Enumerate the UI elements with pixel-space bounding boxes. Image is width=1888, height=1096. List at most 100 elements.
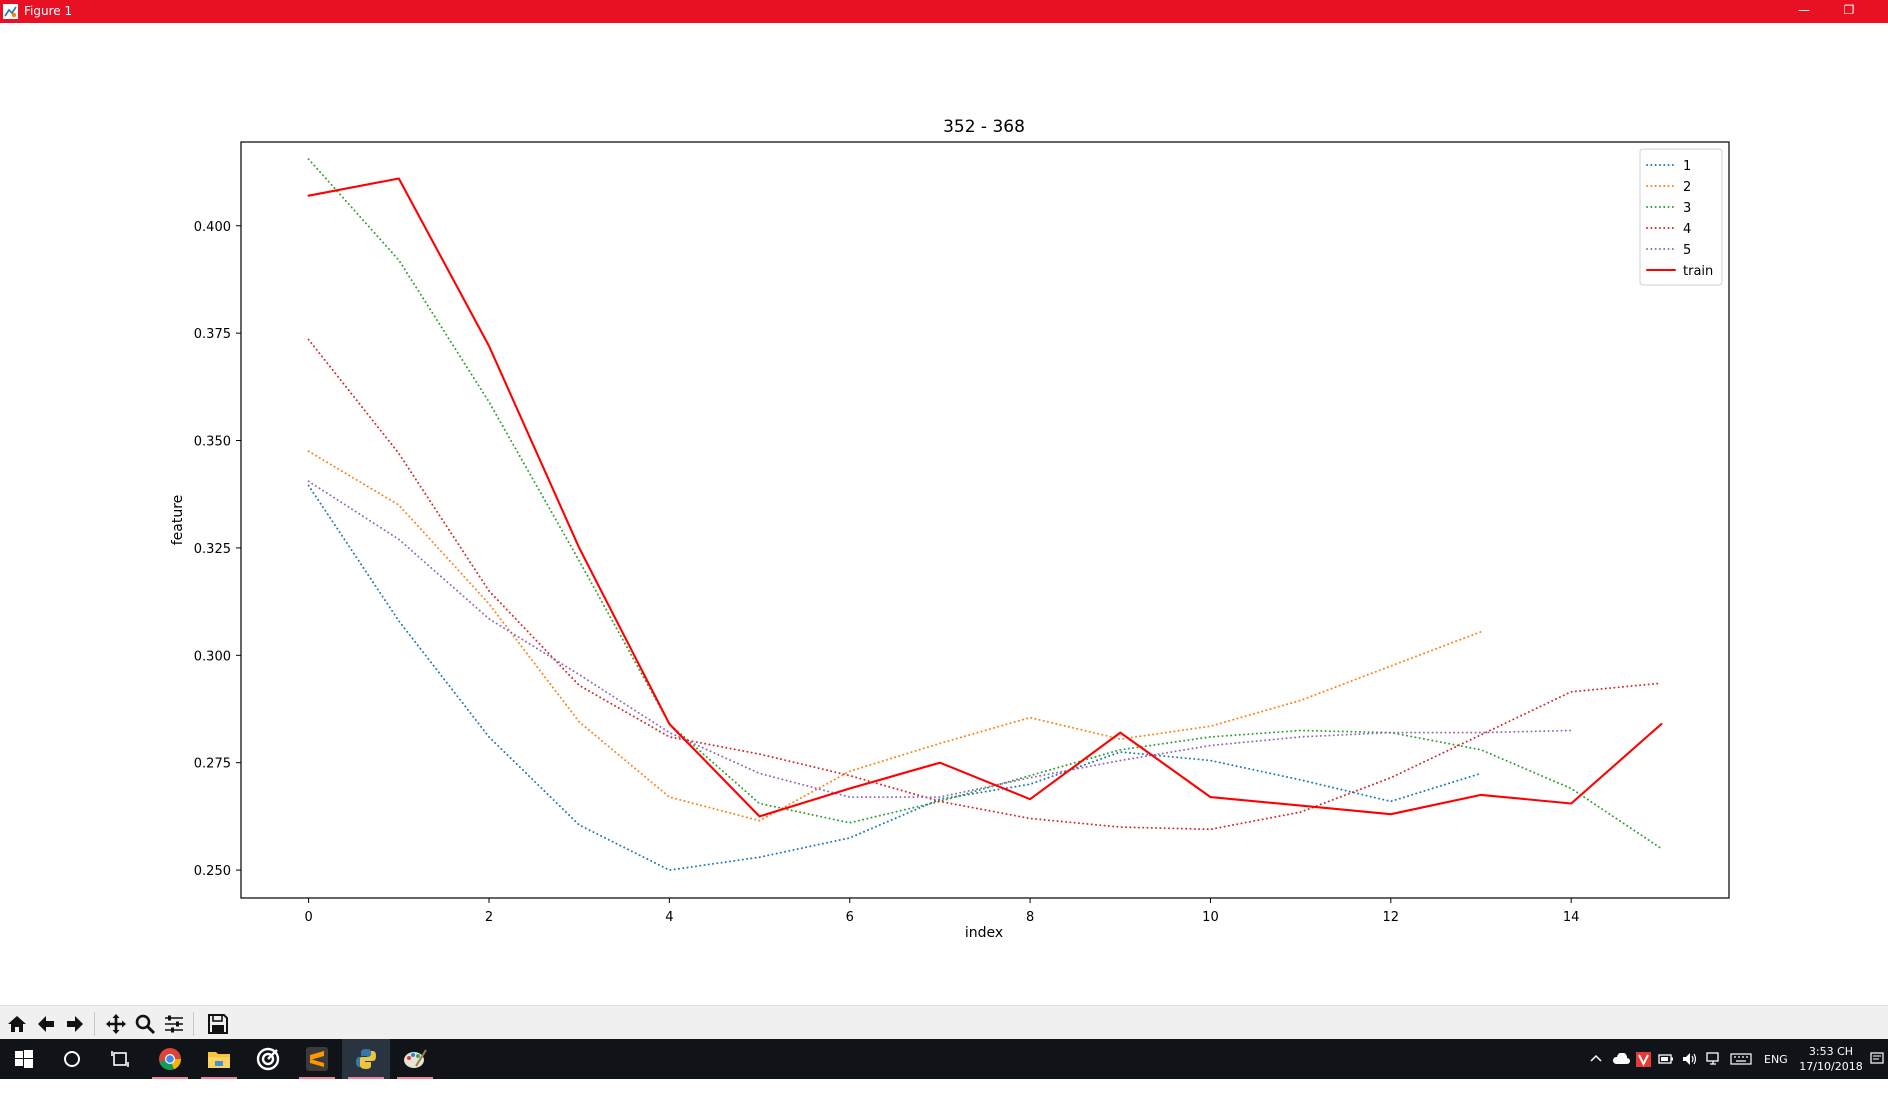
legend-label-4: 4 bbox=[1683, 222, 1691, 237]
chart-title: 352 - 368 bbox=[943, 117, 1025, 137]
volume-tray-button[interactable] bbox=[1682, 1039, 1698, 1079]
windows-start-icon bbox=[15, 1050, 33, 1068]
x-tick-label: 12 bbox=[1383, 910, 1400, 925]
legend-label-5: 5 bbox=[1683, 243, 1691, 258]
window-title: Figure 1 bbox=[24, 4, 73, 18]
line-chart: 352 - 368 index feature 0 2 4 6 8 10 12 140.250… bbox=[170, 117, 1730, 941]
show-hidden-icons-button[interactable] bbox=[1590, 1039, 1602, 1079]
x-tick-label: 10 bbox=[1202, 910, 1219, 925]
x-tick-label: 0 bbox=[304, 910, 312, 925]
navigation-toolbar bbox=[0, 1005, 1888, 1040]
series-line-4 bbox=[307, 338, 1663, 831]
y-tick-label: 0.275 bbox=[194, 757, 231, 772]
x-tick-label: 8 bbox=[1026, 910, 1034, 925]
task-view-icon bbox=[111, 1051, 129, 1067]
legend-label-train: train bbox=[1683, 264, 1713, 279]
clock-time: 3:53 CH bbox=[1808, 1045, 1854, 1058]
window-title-bar: Figure 1 — ❐ bbox=[0, 0, 1888, 23]
speaker-icon bbox=[1683, 1053, 1697, 1065]
ticks-layer: 0 2 4 6 8 10 12 14 0.250 0.275 0.300 0.325 0.350 0.37… bbox=[194, 220, 1580, 925]
series-line-train bbox=[307, 177, 1663, 818]
shield-v-icon bbox=[1636, 1051, 1651, 1067]
legend-label-2: 2 bbox=[1683, 180, 1691, 195]
series-line-2 bbox=[307, 450, 1482, 822]
keyboard-tray-button[interactable] bbox=[1730, 1039, 1752, 1079]
chevron-up-icon bbox=[1590, 1054, 1602, 1062]
home-icon bbox=[8, 1016, 26, 1032]
file-explorer-taskbar-button[interactable] bbox=[195, 1039, 243, 1079]
y-axis-label: feature bbox=[170, 495, 186, 546]
series-line-5 bbox=[307, 480, 1573, 799]
paint-icon bbox=[404, 1049, 427, 1068]
floppy-disk-icon bbox=[208, 1014, 228, 1034]
minimize-button[interactable]: — bbox=[1784, 0, 1824, 23]
chrome-taskbar-button[interactable] bbox=[146, 1039, 194, 1079]
start-button[interactable] bbox=[0, 1039, 48, 1079]
x-tick-label: 2 bbox=[485, 910, 493, 925]
target-app-taskbar-button[interactable] bbox=[244, 1039, 292, 1079]
zoom-button[interactable] bbox=[132, 1011, 158, 1037]
restore-icon: ❐ bbox=[1843, 3, 1855, 17]
legend-label-3: 3 bbox=[1683, 201, 1691, 216]
sublime-text-taskbar-button[interactable] bbox=[293, 1039, 341, 1079]
configure-subplots-button[interactable] bbox=[161, 1011, 187, 1037]
x-tick-label: 14 bbox=[1563, 910, 1580, 925]
legend: 1 2 3 4 5 train bbox=[1639, 148, 1723, 286]
screen-bottom-strip bbox=[0, 1079, 1888, 1096]
y-tick-label: 0.375 bbox=[194, 327, 231, 342]
notification-icon bbox=[1870, 1052, 1884, 1064]
axes-frame bbox=[240, 141, 1730, 899]
y-tick-label: 0.325 bbox=[194, 542, 231, 557]
x-tick-label: 6 bbox=[846, 910, 854, 925]
clock[interactable]: 3:53 CH 17/10/2018 bbox=[1799, 1039, 1863, 1079]
y-tick-label: 0.300 bbox=[194, 649, 231, 664]
home-button[interactable] bbox=[4, 1011, 30, 1037]
y-tick-label: 0.250 bbox=[194, 864, 231, 879]
y-tick-label: 0.400 bbox=[194, 220, 231, 235]
paint-taskbar-button[interactable] bbox=[391, 1039, 439, 1079]
clock-date: 17/10/2018 bbox=[1799, 1060, 1863, 1073]
network-icon bbox=[1706, 1052, 1719, 1065]
matplotlib-figure-icon bbox=[3, 4, 18, 19]
sublime-text-icon bbox=[306, 1047, 328, 1071]
move-icon bbox=[106, 1014, 126, 1034]
task-view-button[interactable] bbox=[96, 1039, 144, 1079]
onedrive-tray-button[interactable] bbox=[1612, 1039, 1630, 1079]
chrome-icon bbox=[159, 1048, 182, 1071]
save-button[interactable] bbox=[205, 1011, 231, 1037]
sliders-icon bbox=[165, 1015, 183, 1033]
keyboard-icon bbox=[1730, 1053, 1752, 1065]
series-layer bbox=[307, 158, 1663, 872]
network-tray-button[interactable] bbox=[1706, 1039, 1722, 1079]
y-tick-label: 0.350 bbox=[194, 435, 231, 450]
file-explorer-icon bbox=[208, 1052, 230, 1068]
forward-button[interactable] bbox=[62, 1011, 88, 1037]
x-axis-label: index bbox=[965, 925, 1003, 941]
toolbar-separator bbox=[193, 1012, 194, 1036]
language-label: ENG bbox=[1764, 1052, 1788, 1066]
battery-tray-button[interactable] bbox=[1658, 1039, 1674, 1079]
toolbar-separator bbox=[94, 1012, 95, 1036]
language-indicator[interactable]: ENG bbox=[1764, 1039, 1788, 1079]
figure-canvas[interactable]: 352 - 368 index feature 0 2 4 6 8 10 12 14 0.250… bbox=[0, 23, 1888, 1005]
target-app-icon bbox=[256, 1047, 280, 1071]
arrow-right-icon bbox=[67, 1016, 83, 1032]
x-tick-label: 4 bbox=[665, 910, 673, 925]
cortana-icon bbox=[64, 1051, 80, 1067]
pan-button[interactable] bbox=[103, 1011, 129, 1037]
python-taskbar-button[interactable] bbox=[342, 1039, 390, 1079]
antivirus-tray-button[interactable] bbox=[1636, 1039, 1651, 1079]
back-button[interactable] bbox=[33, 1011, 59, 1037]
minimize-icon: — bbox=[1798, 3, 1810, 17]
python-icon bbox=[356, 1049, 376, 1069]
arrow-left-icon bbox=[38, 1016, 54, 1032]
magnifier-icon bbox=[135, 1014, 156, 1035]
windows-taskbar: ENG 3:53 CH 17/10/2018 bbox=[0, 1039, 1888, 1079]
action-center-button[interactable] bbox=[1870, 1039, 1884, 1079]
legend-label-1: 1 bbox=[1683, 159, 1691, 174]
battery-icon bbox=[1658, 1054, 1673, 1064]
restore-button[interactable]: ❐ bbox=[1829, 0, 1869, 23]
cortana-button[interactable] bbox=[48, 1039, 96, 1079]
cloud-icon bbox=[1613, 1053, 1630, 1064]
series-line-1 bbox=[307, 484, 1482, 872]
